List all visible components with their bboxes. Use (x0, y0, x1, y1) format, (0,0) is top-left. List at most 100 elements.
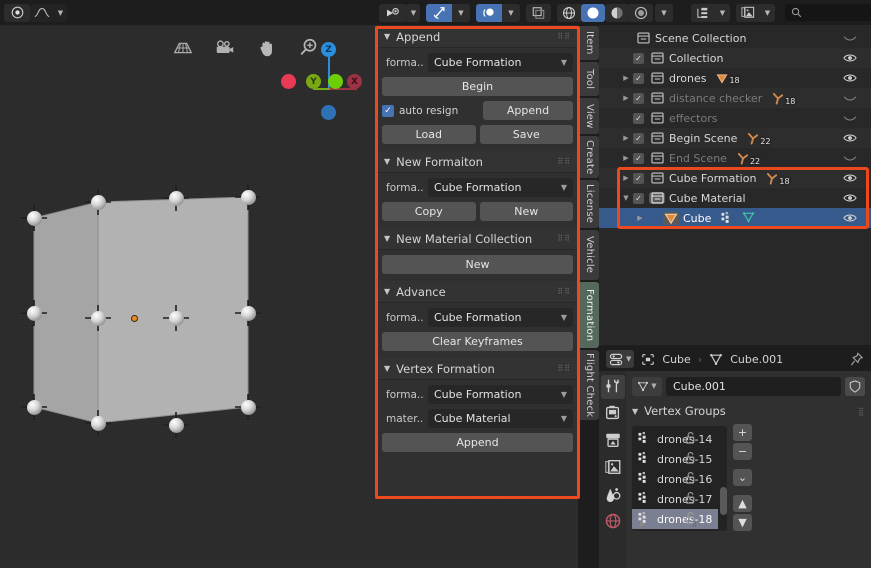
chevron-down-icon[interactable]: ▼ (561, 313, 567, 322)
chevron-down-icon[interactable]: ▼ (54, 3, 67, 22)
lock-open-icon[interactable] (685, 491, 696, 507)
pin-icon[interactable] (849, 351, 864, 367)
vertex-group-list[interactable]: drones-14 drones-15 drones-16 drones-17 … (632, 426, 728, 531)
vertex-marker[interactable] (240, 399, 256, 415)
panel-header-new-material-collection[interactable]: ▼ New Material Collection ⠿⠿ (376, 228, 579, 250)
vertex-marker[interactable] (168, 310, 184, 326)
vertex-marker[interactable] (26, 210, 42, 226)
vertex-group-list-footer[interactable]: ▶ ⠿ (632, 517, 727, 531)
chevron-down-icon[interactable]: ▼ (626, 355, 631, 363)
chevron-down-icon[interactable]: ▼ (407, 3, 420, 22)
vertex-marker[interactable] (168, 190, 184, 206)
toggle-xray-icon[interactable] (526, 3, 551, 22)
move-vertex-group-down-button[interactable]: ▼ (732, 514, 752, 531)
new-formation-button[interactable]: New (479, 202, 573, 221)
sidebar-tab-item[interactable]: Item (580, 26, 599, 60)
mesh-name-field[interactable]: Cube.001 (666, 376, 841, 396)
vertex-group-scrollbar[interactable] (718, 426, 728, 531)
eye-closed-icon[interactable] (843, 113, 857, 123)
chevron-down-icon[interactable]: ▼ (655, 3, 673, 22)
scene-tab[interactable] (601, 483, 625, 507)
sidebar-tab-view[interactable]: View (580, 98, 599, 134)
outliner-row[interactable]: ▶ Cube (599, 208, 871, 228)
sidebar-tab-tool[interactable]: Tool (580, 62, 599, 96)
panel-header-vertex-formation[interactable]: ▼ Vertex Formation ⠿⠿ (376, 358, 579, 380)
panel-header-advance[interactable]: ▼ Advance ⠿⠿ (376, 281, 579, 303)
new-material-collection-button[interactable]: New (382, 255, 573, 274)
outliner-row-checkbox[interactable]: ✓ (633, 92, 644, 104)
chevron-down-icon[interactable]: ▼ (561, 414, 567, 423)
visibility-icon[interactable] (379, 3, 407, 22)
eye-open-icon[interactable] (843, 73, 857, 83)
chevron-down-icon[interactable]: ▼ (561, 390, 567, 399)
outliner-row[interactable]: ▶ ✓ drones 18 (599, 68, 871, 88)
append-formation-dropdown[interactable]: Cube Formation ▼ (428, 53, 573, 72)
outliner-row[interactable]: ▶ ✓ End Scene 22 (599, 148, 871, 168)
begin-button[interactable]: Begin (382, 77, 573, 96)
eye-closed-icon[interactable] (843, 93, 857, 103)
viewlayer-tab[interactable] (601, 456, 625, 480)
sidebar-tab-license[interactable]: License (580, 180, 599, 228)
mesh-data-browse-button[interactable]: ▼ (632, 376, 662, 396)
search-input[interactable] (785, 4, 871, 21)
outliner-row[interactable]: ✓ effectors (599, 108, 871, 128)
vertex-marker[interactable] (26, 305, 42, 321)
outliner-row-checkbox[interactable]: ✓ (633, 52, 644, 64)
gizmo-dot-neg-z[interactable] (321, 105, 336, 120)
shading-rendered-icon[interactable] (629, 3, 653, 22)
triangle-right-icon[interactable]: ▶ (640, 520, 645, 528)
chevron-down-icon[interactable]: ▼ (452, 3, 470, 22)
save-button[interactable]: Save (479, 125, 573, 144)
triangle-right-icon[interactable]: ▶ (619, 134, 633, 142)
outliner-row-checkbox[interactable]: ✓ (633, 132, 644, 144)
copy-button[interactable]: Copy (382, 202, 476, 221)
eye-open-icon[interactable] (843, 213, 857, 223)
proportional-edit-icon[interactable] (476, 3, 502, 22)
navigation-gizmo[interactable]: Z Y X (281, 35, 362, 145)
eye-closed-icon[interactable] (843, 33, 857, 43)
sidebar-tab-flight-check[interactable]: Flight Check (580, 350, 599, 420)
triangle-down-icon[interactable]: ▼ (619, 194, 633, 202)
render-tab[interactable] (601, 402, 625, 426)
eye-open-icon[interactable] (843, 53, 857, 63)
properties-editor-type-button[interactable]: ▼ (606, 350, 635, 368)
camera-icon[interactable] (214, 37, 236, 59)
chevron-down-icon[interactable]: ▼ (651, 382, 656, 390)
vertex-groups-section-header[interactable]: ▼ Vertex Groups ⣿ (632, 400, 865, 422)
world-tab[interactable] (601, 510, 625, 534)
chevron-down-icon[interactable]: ▼ (502, 3, 520, 22)
remove-vertex-group-button[interactable]: − (732, 443, 752, 460)
chevron-down-icon[interactable]: ▼ (561, 183, 567, 192)
outliner-row-checkbox[interactable]: ✓ (633, 72, 644, 84)
gizmo-axis-x[interactable]: X (347, 74, 362, 89)
vertex-formation-dropdown[interactable]: Cube Formation ▼ (428, 385, 573, 404)
append-button[interactable]: Append (483, 101, 573, 120)
gizmo-axis-z[interactable]: Z (321, 42, 336, 57)
chevron-down-icon[interactable]: ▼ (715, 3, 730, 22)
outliner-row-checkbox[interactable]: ✓ (633, 112, 644, 124)
eye-open-icon[interactable] (843, 193, 857, 203)
outliner-row-checkbox[interactable]: ✓ (633, 172, 644, 184)
gizmo-axis-y[interactable]: Y (306, 74, 321, 89)
lock-open-icon[interactable] (685, 431, 696, 447)
outliner-filter-image-icon[interactable] (736, 3, 760, 22)
vertex-group-item[interactable]: drones-14 (632, 429, 718, 449)
vertex-group-item[interactable]: drones-16 (632, 469, 718, 489)
chevron-down-icon[interactable]: ▼ (760, 3, 775, 22)
snap-magnet-icon[interactable] (426, 3, 452, 22)
tool-tab[interactable] (600, 375, 625, 399)
outliner-display-mode-icon[interactable] (691, 3, 715, 22)
vertex-marker[interactable] (90, 194, 106, 210)
lock-open-icon[interactable] (685, 451, 696, 467)
vertex-group-specials-button[interactable]: ⌄ (732, 469, 752, 486)
move-vertex-group-up-button[interactable]: ▲ (732, 495, 752, 512)
vertex-marker[interactable] (26, 399, 42, 415)
outliner-row[interactable]: Scene Collection (599, 28, 871, 48)
vertex-marker[interactable] (90, 310, 106, 326)
outliner-row[interactable]: ▼ ✓ Cube Material (599, 188, 871, 208)
mesh-cube-object[interactable] (8, 185, 288, 438)
new-formation-dropdown[interactable]: Cube Formation ▼ (428, 178, 573, 197)
output-tab[interactable] (601, 429, 625, 453)
shading-solid-icon[interactable] (581, 3, 605, 22)
shading-wireframe-icon[interactable] (557, 3, 581, 22)
